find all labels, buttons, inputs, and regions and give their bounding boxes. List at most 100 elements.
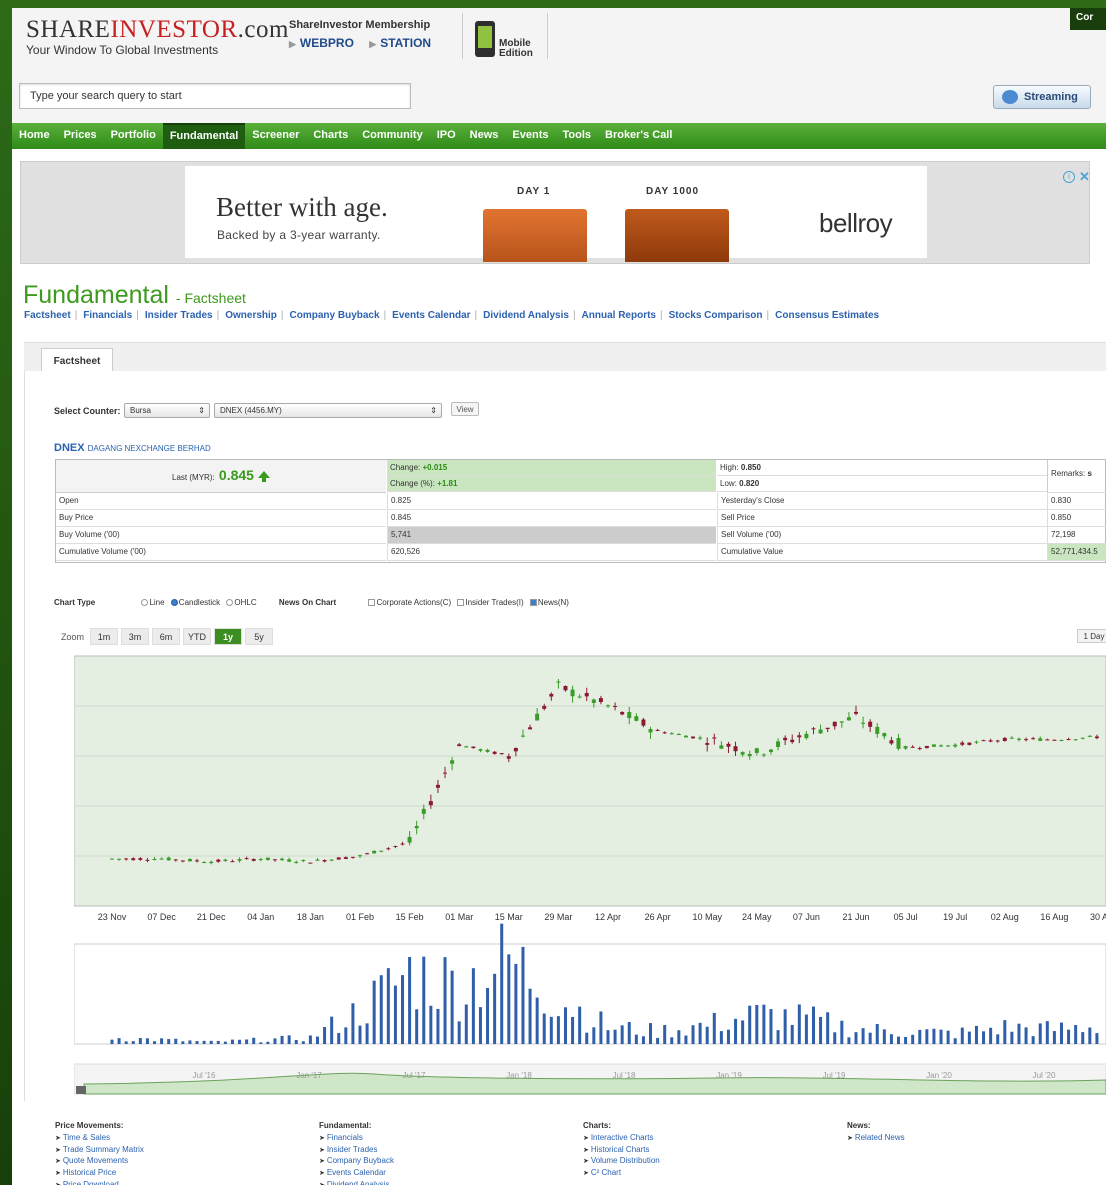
footer-link[interactable]: Historical Charts	[583, 1145, 660, 1157]
zoom-6m[interactable]: 6m	[152, 628, 181, 645]
volume-bar	[138, 1038, 142, 1044]
candle-body	[825, 727, 830, 730]
site-logo[interactable]: SHAREINVESTOR.com Your Window To Global …	[26, 16, 289, 57]
footer-link[interactable]: C² Chart	[583, 1168, 660, 1180]
subnav-company-buyback[interactable]: Company Buyback	[290, 310, 380, 321]
subnav-stocks-comparison[interactable]: Stocks Comparison	[669, 310, 763, 321]
footer-link[interactable]: Insider Trades	[319, 1145, 394, 1157]
volume-bar	[358, 1025, 362, 1044]
radio-line[interactable]: Line	[137, 598, 165, 607]
checkbox-corporate-actions[interactable]: Corporate Actions(C)	[364, 598, 451, 607]
ad-banner[interactable]: Better with age. Backed by a 3-year warr…	[20, 161, 1090, 264]
candle-body	[464, 746, 469, 748]
market-select[interactable]: Bursa ⇕	[124, 403, 210, 418]
nav-item-community[interactable]: Community	[355, 123, 430, 149]
candle-body	[138, 858, 143, 860]
volume-bar	[684, 1035, 688, 1044]
tab-factsheet[interactable]: Factsheet	[41, 348, 113, 373]
candle-body	[258, 859, 263, 861]
search-input[interactable]: Type your search query to start	[19, 83, 411, 109]
volume-bar	[330, 1016, 334, 1044]
ad-close-icon[interactable]: ✕	[1079, 169, 1090, 185]
footer-link[interactable]: Quote Movements	[55, 1156, 144, 1168]
volume-bar	[1067, 1029, 1071, 1044]
x-tick-label: 05 Jul	[894, 912, 918, 922]
navigator-tick-label: Jan '20	[926, 1071, 952, 1080]
candle-body	[811, 728, 816, 730]
nav-item-news[interactable]: News	[463, 123, 506, 149]
price-chart[interactable]: 23 Nov 07 Dec 21 Dec 04 Jan 18 Jan 01 Feb 15 F…	[74, 654, 1106, 1104]
footer-link[interactable]: Related News	[847, 1133, 905, 1145]
footer-link[interactable]: Historical Price	[55, 1168, 144, 1180]
candle-body	[322, 859, 327, 862]
news-label: News(N)	[537, 598, 569, 607]
volume-bar	[1038, 1023, 1042, 1044]
subnav-financials[interactable]: Financials	[83, 310, 132, 321]
footer-link[interactable]: Financials	[319, 1133, 394, 1145]
nav-item-ipo[interactable]: IPO	[430, 123, 463, 149]
nav-item-prices[interactable]: Prices	[57, 123, 104, 149]
subnav-factsheet[interactable]: Factsheet	[24, 310, 71, 321]
nav-item-events[interactable]: Events	[505, 123, 555, 149]
nav-item-screener[interactable]: Screener	[245, 123, 306, 149]
radio-candlestick[interactable]: Candlestick	[167, 598, 220, 607]
volume-bar	[323, 1027, 327, 1044]
interval-select[interactable]: 1 Day	[1077, 629, 1106, 643]
footer-link[interactable]: Price Download	[55, 1180, 144, 1185]
nav-item-home[interactable]: Home	[12, 123, 57, 149]
radio-icon	[141, 599, 149, 606]
subnav-consensus-estimates[interactable]: Consensus Estimates	[775, 310, 879, 321]
candle-body	[917, 748, 922, 750]
corner-tab[interactable]: Cor	[1070, 8, 1106, 30]
candle-body	[428, 801, 433, 806]
zoom-1y[interactable]: 1y	[214, 628, 243, 645]
view-button[interactable]: View	[451, 402, 479, 416]
streaming-button[interactable]: Streaming	[993, 85, 1091, 109]
webpro-link[interactable]: WEBPRO	[300, 36, 354, 50]
x-tick-label: 07 Jun	[793, 912, 820, 922]
subnav-events-calendar[interactable]: Events Calendar	[392, 310, 470, 321]
station-link[interactable]: STATION	[380, 36, 431, 50]
footer-link[interactable]: Volume Distribution	[583, 1156, 660, 1168]
zoom-5y[interactable]: 5y	[245, 628, 274, 645]
checkbox-insider-trades[interactable]: Insider Trades(I)	[453, 598, 524, 607]
volume-bar	[663, 1025, 667, 1044]
nav-item-broker-s-call[interactable]: Broker's Call	[598, 123, 679, 149]
zoom-label: Zoom	[61, 631, 85, 642]
candle-body	[421, 808, 426, 814]
radio-ohlc[interactable]: OHLC	[222, 598, 257, 607]
nav-item-tools[interactable]: Tools	[555, 123, 598, 149]
footer-link[interactable]: Dividend Analysis	[319, 1180, 394, 1185]
subnav-insider-trades[interactable]: Insider Trades	[145, 310, 213, 321]
zoom-ytd[interactable]: YTD	[183, 628, 212, 645]
zoom-1m[interactable]: 1m	[90, 628, 119, 645]
volume-bar	[181, 1041, 185, 1044]
nav-item-fundamental[interactable]: Fundamental	[162, 123, 246, 149]
zoom-3m[interactable]: 3m	[121, 628, 150, 645]
volume-bar	[705, 1026, 709, 1044]
footer-link[interactable]: Events Calendar	[319, 1168, 394, 1180]
volume-bar	[719, 1031, 723, 1044]
footer-link[interactable]: Time & Sales	[55, 1133, 144, 1145]
candle-body	[776, 741, 781, 747]
counter-select[interactable]: DNEX (4456.MY) ⇕	[214, 403, 442, 418]
nav-item-portfolio[interactable]: Portfolio	[104, 123, 163, 149]
volume-bar	[145, 1038, 149, 1044]
mobile-edition-link[interactable]: Mobile Edition	[462, 13, 548, 59]
candle-body	[648, 729, 653, 733]
main-nav: Home Prices Portfolio Fundamental Screener Ch…	[12, 123, 1106, 149]
volume-bar	[953, 1038, 957, 1044]
subnav-dividend-analysis[interactable]: Dividend Analysis	[483, 310, 569, 321]
footer-link[interactable]: Company Buyback	[319, 1156, 394, 1168]
high-cell: High: 0.850	[717, 460, 1047, 476]
footer-link[interactable]: Trade Summary Matrix	[55, 1145, 144, 1157]
checkbox-news[interactable]: News(N)	[526, 598, 569, 607]
footer-link[interactable]: Interactive Charts	[583, 1133, 660, 1145]
candle-body	[1016, 738, 1021, 740]
nav-item-charts[interactable]: Charts	[306, 123, 355, 149]
volume-bar	[351, 1003, 355, 1044]
subnav-annual-reports[interactable]: Annual Reports	[582, 310, 656, 321]
x-tick-label: 01 Feb	[346, 912, 374, 922]
ad-info-icon[interactable]: i	[1063, 171, 1075, 183]
subnav-ownership[interactable]: Ownership	[225, 310, 277, 321]
